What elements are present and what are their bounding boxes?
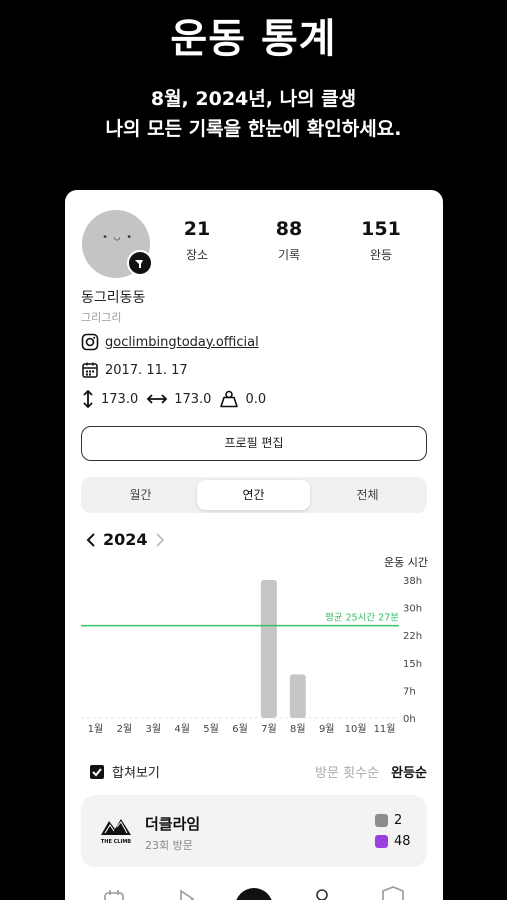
instagram-icon [81,333,99,351]
svg-text:THE CLIMB: THE CLIMB [101,839,131,845]
weight-icon [220,390,239,408]
hero-title: 운동 통계 [170,16,337,62]
hero-subtitle: 8월, 2024년, 나의 클생 나의 모든 기록을 한눈에 확인하세요. [0,84,507,144]
body-row: 173.0 173.0 0.0 [81,389,266,409]
y-tick-label: 15h [403,659,422,670]
profile-nav-icon[interactable] [316,889,328,900]
stat-records-label: 기록 [277,248,301,262]
y-tick-label: 7h [403,686,416,697]
y-tick-label: 30h [403,604,422,615]
bottom-nav-partial [104,886,404,900]
hero-line-1: 8월, 2024년, 나의 클생 [150,88,357,110]
check-icon [92,767,102,776]
shield-nav-icon[interactable] [382,886,404,900]
profile-height: 173.0 [101,391,139,407]
height-icon [83,389,93,409]
y-tick-label: 0h [403,714,416,725]
gym-stat-2-value: 48 [394,834,411,849]
gym-visits: 23회 방문 [145,839,193,852]
gym-name: 더클라임 [145,815,201,833]
gym-stat-sends: 48 [375,834,411,849]
profile-reach: 173.0 [174,391,212,407]
year-navigator: 2024 [85,530,166,549]
x-tick-label: 9월 [319,723,335,735]
gym-list-item[interactable]: THE CLIMB 더클라임 23회 방문 2 48 [81,795,427,867]
period-tabs: 월간 연간 전체 [81,477,427,513]
stat-records-value: 88 [275,218,303,240]
avatar-face: • ◡ • [102,232,133,243]
y-tick-label: 22h [403,631,422,642]
chevron-left-icon[interactable] [85,532,97,548]
x-tick-label: 11월 [374,723,396,735]
x-tick-label: 4월 [174,723,190,735]
average-label: 평균 25시간 27분 [325,613,399,624]
screen: 운동 통계 8월, 2024년, 나의 클생 나의 모든 기록을 한눈에 확인하… [0,0,507,900]
profile-name: 동그리동동 [81,290,146,306]
gym-logo: THE CLIMB [101,819,131,845]
bar [260,580,277,718]
merge-label: 합쳐보기 [112,766,160,781]
stat-places-label: 장소 [185,248,209,262]
phone-card: • ◡ • 21 장소 88 기록 151 완등 동그리동동 그리그리 gocl… [65,190,443,900]
reach-icon [146,394,168,404]
profile-weight: 0.0 [245,391,267,407]
tab-yearly[interactable]: 연간 [197,480,310,510]
x-tick-label: 7월 [261,723,277,735]
x-tick-label: 3월 [145,723,161,735]
stat-sends-label: 완등 [369,248,393,262]
play-nav-icon[interactable] [180,889,195,900]
workout-time-chart: 0h 7h 15h 22h 30h 38h 1월 2월 3월 4월 5월 6월 7월 8월 9월 10월 11월… [81,576,422,735]
stat-sends-value: 151 [361,218,401,240]
sort-by-visits[interactable]: 방문 횟수순 [315,766,379,781]
gym-stat-attempts: 2 [375,813,402,828]
year-label: 2024 [103,530,148,549]
stat-records[interactable]: 88 기록 [259,218,319,263]
profile-date: 2017. 11. 17 [105,362,188,378]
x-tick-label: 5월 [203,723,219,735]
tab-all[interactable]: 전체 [311,480,424,510]
merge-checkbox[interactable] [90,764,104,779]
sort-by-sends[interactable]: 완등순 [391,766,427,781]
avatar-badge-icon[interactable] [127,250,153,276]
calendar-icon [82,362,98,378]
chevron-right-icon[interactable] [154,532,166,548]
calendar-nav-icon[interactable] [104,890,124,900]
x-tick-label: 8월 [290,723,306,735]
x-tick-label: 1월 [88,723,104,735]
bar [289,674,306,718]
x-tick-label: 6월 [232,723,248,735]
profile-subname: 그리그리 [81,311,122,324]
purple-square-icon [375,835,388,848]
center-nav-button[interactable] [235,888,273,900]
stat-sends[interactable]: 151 완등 [351,218,411,263]
x-tick-label: 2월 [117,723,133,735]
tab-monthly[interactable]: 월간 [84,480,197,510]
hero-line-2: 나의 모든 기록을 한눈에 확인하세요. [105,118,402,140]
stat-places-value: 21 [183,218,211,240]
y-tick-label: 38h [403,576,422,587]
instagram-link[interactable]: goclimbingtoday.official [105,335,259,350]
sort-options: 방문 횟수순 완등순 [315,762,427,781]
edit-profile-button[interactable]: 프로필 편집 [81,426,427,461]
x-tick-label: 10월 [345,723,367,735]
instagram-row[interactable]: goclimbingtoday.official [81,333,259,351]
gray-square-icon [375,814,388,827]
merge-toggle[interactable]: 합쳐보기 [90,762,160,781]
gym-stat-1-value: 2 [394,813,403,828]
stat-places[interactable]: 21 장소 [167,218,227,263]
date-row: 2017. 11. 17 [81,361,188,379]
